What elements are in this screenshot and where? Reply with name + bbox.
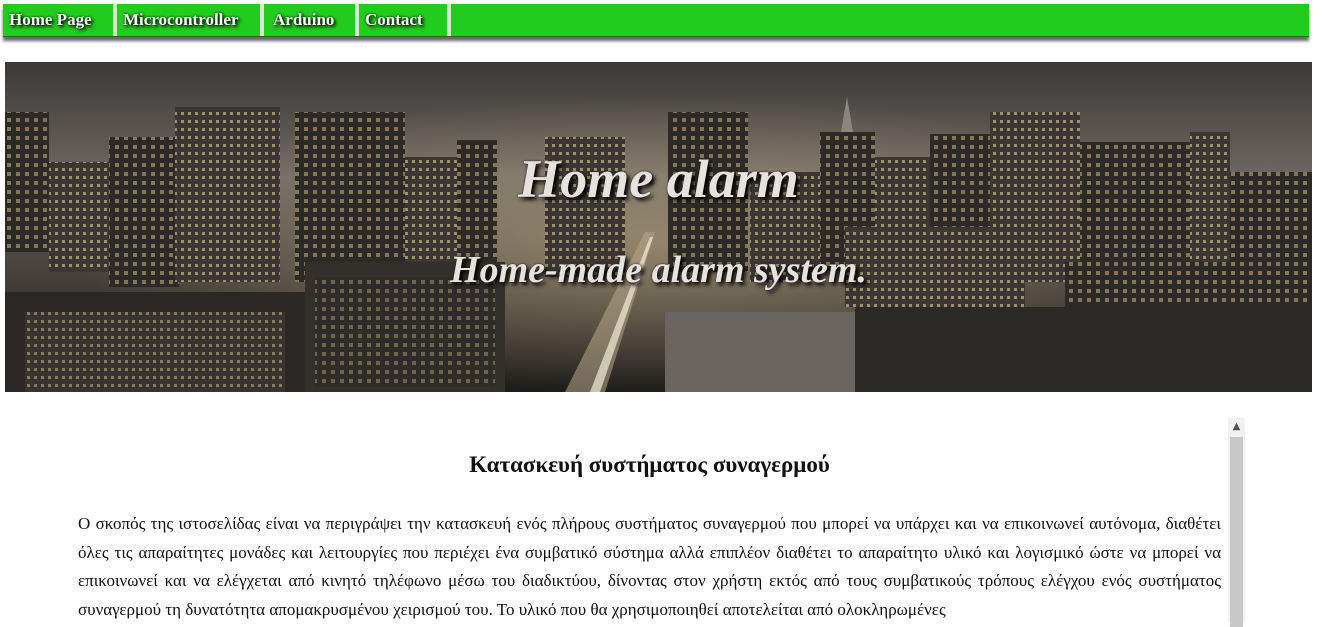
nav-home-page[interactable]: Home Page xyxy=(3,4,117,36)
content-scrollbar[interactable]: ▲ xyxy=(1228,418,1245,627)
nav-arduino[interactable]: Arduino xyxy=(264,4,359,36)
article-heading: Κατασκευή συστήματος συναγερμού xyxy=(469,452,830,477)
city-banner-image: Home alarm Home-made alarm system. xyxy=(5,62,1312,392)
nav-contact[interactable]: Contact xyxy=(359,4,451,36)
chevron-up-icon[interactable]: ▲ xyxy=(1228,418,1245,435)
city-skyline-illustration xyxy=(5,62,1312,392)
nav-microcontroller[interactable]: Microcontroller xyxy=(117,4,264,36)
scrollbar-thumb[interactable] xyxy=(1230,437,1243,627)
top-nav-bar: Home Page Microcontroller Arduino Contac… xyxy=(3,4,1309,37)
banner-subtitle: Home-made alarm system. xyxy=(450,249,867,291)
article-body: Ο σκοπός της ιστοσελίδας είναι να περιγρ… xyxy=(78,514,1221,619)
banner-title: Home alarm xyxy=(518,149,799,209)
